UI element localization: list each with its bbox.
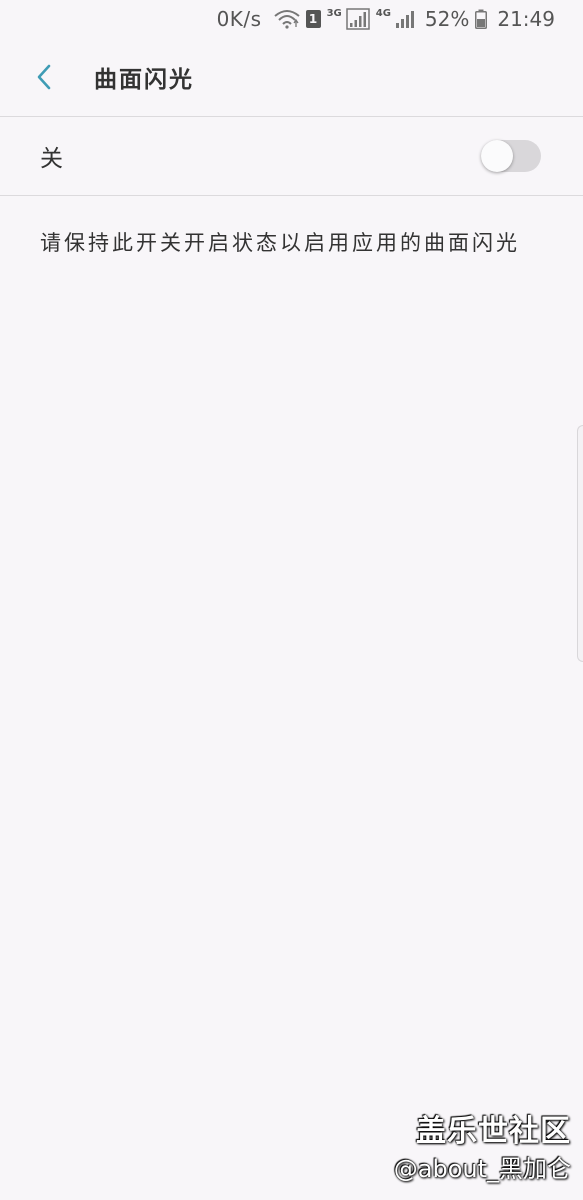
back-button[interactable] xyxy=(14,47,74,107)
edge-lighting-toggle[interactable] xyxy=(481,140,541,172)
sim1-network-type: 3G xyxy=(326,8,342,19)
app-bar: 曲面闪光 xyxy=(0,38,583,116)
master-switch-row[interactable]: 关 xyxy=(0,117,583,195)
watermark-handle: @about_黑加仑 xyxy=(393,1155,571,1183)
toggle-knob xyxy=(481,140,513,172)
description-text: 请保持此开关开启状态以启用应用的曲面闪光 xyxy=(40,231,520,255)
battery-icon xyxy=(475,9,488,29)
clock: 21:49 xyxy=(497,7,555,31)
signal-strength-icon xyxy=(345,8,370,30)
watermark: 盖乐世社区 @about_黑加仑 xyxy=(394,1112,571,1186)
sim-slot-badge: 1 xyxy=(305,10,321,28)
divider xyxy=(0,195,583,196)
status-bar: 0K/s 1 3G 4G 52% 21:49 xyxy=(0,0,583,38)
network-speed: 0K/s xyxy=(216,7,262,31)
switch-label: 关 xyxy=(40,146,63,172)
battery-percent: 52% xyxy=(424,7,470,31)
signal-strength-icon xyxy=(395,9,417,29)
wifi-icon xyxy=(273,9,300,29)
chevron-left-icon xyxy=(37,64,51,90)
sim2-network-type: 4G xyxy=(375,8,391,19)
page-title: 曲面闪光 xyxy=(94,67,194,93)
edge-panel-handle[interactable] xyxy=(577,425,583,662)
watermark-title: 盖乐世社区 xyxy=(416,1114,571,1149)
